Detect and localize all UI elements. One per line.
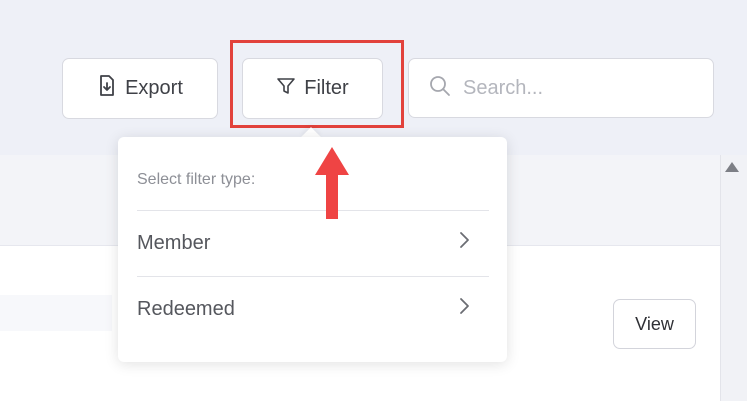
view-button[interactable]: View bbox=[613, 299, 696, 349]
scroll-up-arrow-icon[interactable] bbox=[725, 162, 739, 172]
table-row-strip bbox=[0, 295, 112, 331]
search-input[interactable]: Search... bbox=[408, 58, 714, 118]
annotation-arrow-icon bbox=[315, 147, 349, 219]
export-label: Export bbox=[125, 77, 183, 99]
export-button[interactable]: Export bbox=[62, 58, 218, 119]
filter-option-label: Member bbox=[137, 231, 211, 254]
filter-option-redeemed[interactable]: Redeemed bbox=[118, 277, 507, 341]
chevron-right-icon bbox=[457, 297, 471, 321]
search-placeholder: Search... bbox=[463, 76, 544, 99]
filter-type-dropdown: Select filter type: Member Redeemed bbox=[118, 137, 507, 362]
export-download-icon bbox=[97, 74, 117, 103]
filter-option-label: Redeemed bbox=[137, 297, 235, 320]
vertical-scrollbar[interactable] bbox=[720, 155, 747, 401]
filter-highlight-box bbox=[230, 40, 404, 128]
chevron-right-icon bbox=[457, 231, 471, 255]
filter-option-member[interactable]: Member bbox=[118, 211, 507, 275]
search-icon bbox=[429, 75, 451, 102]
filter-menu-heading: Select filter type: bbox=[137, 171, 256, 188]
